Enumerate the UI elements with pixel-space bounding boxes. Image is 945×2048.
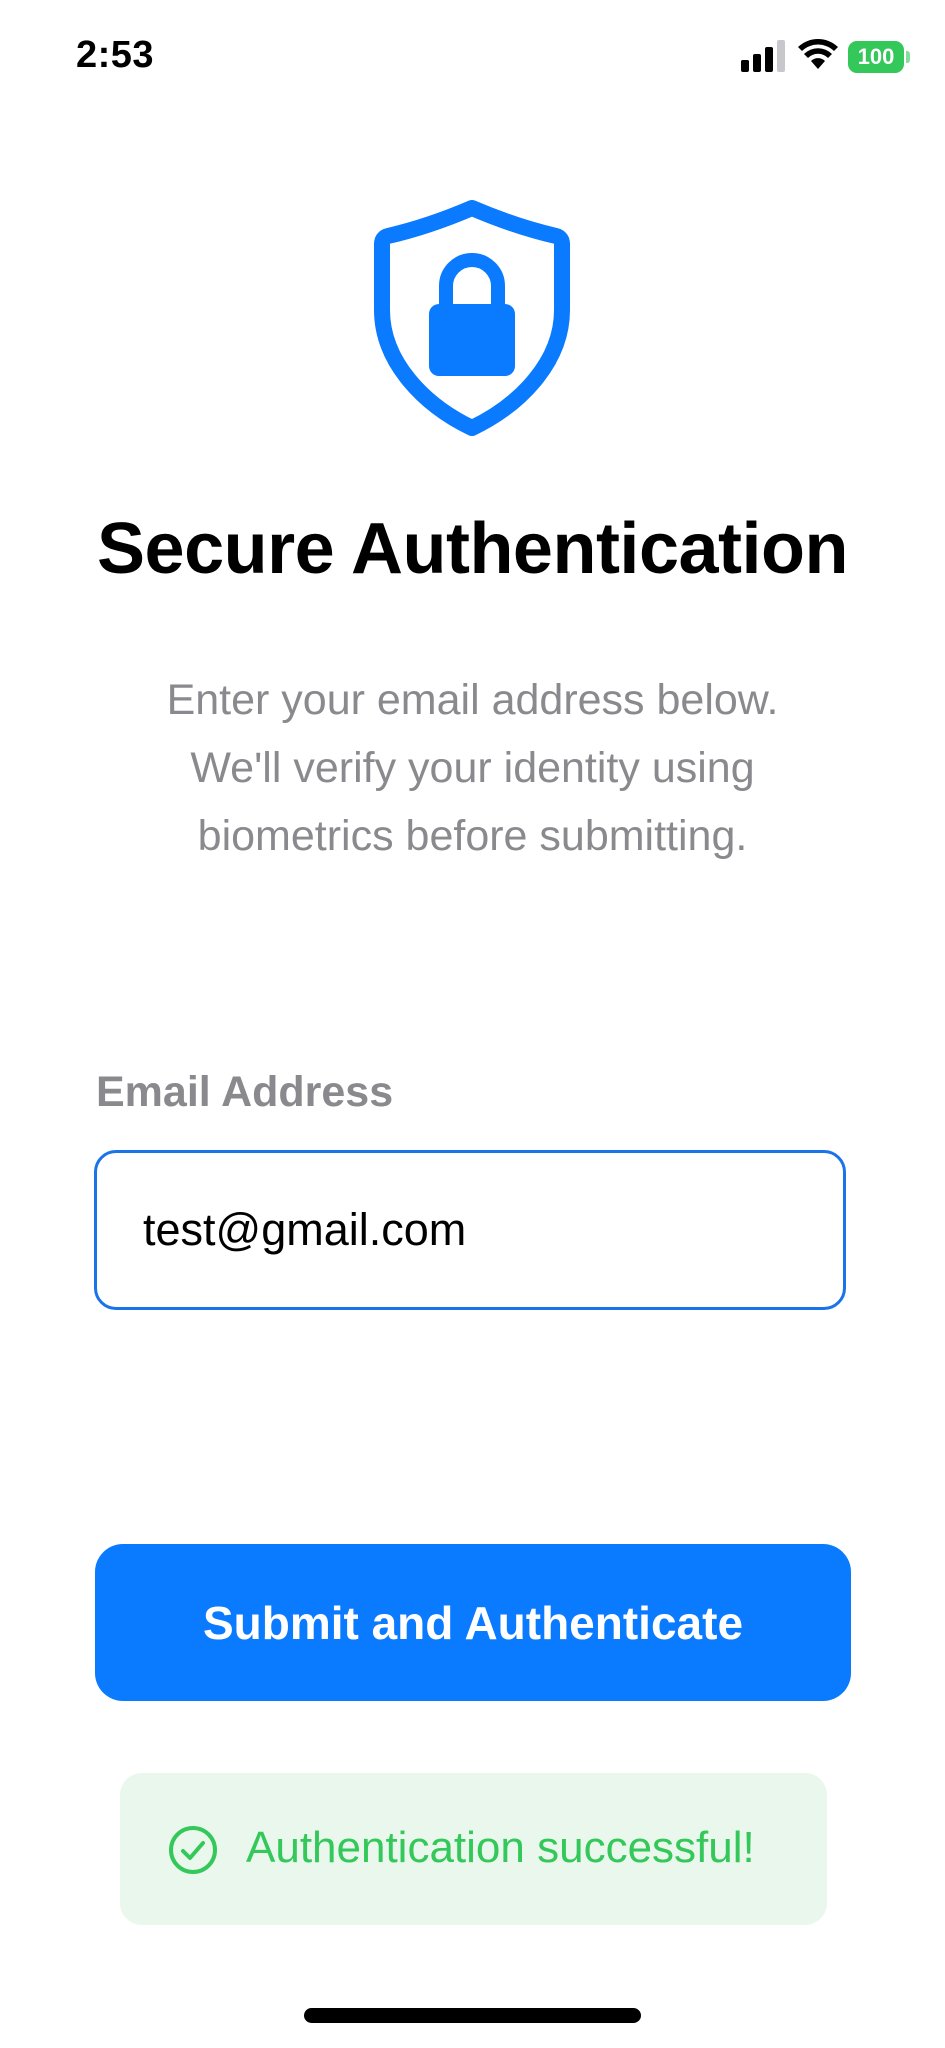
- success-banner: Authentication successful!: [120, 1773, 827, 1925]
- signal-icon: [741, 40, 785, 72]
- submit-authenticate-button[interactable]: Submit and Authenticate: [95, 1544, 851, 1701]
- page-title: Secure Authentication: [97, 509, 848, 589]
- status-bar: 2:53 100: [0, 0, 945, 110]
- check-circle-icon: [169, 1826, 217, 1874]
- battery-level: 100: [848, 41, 904, 73]
- email-field[interactable]: [94, 1150, 846, 1310]
- status-time: 2:53: [76, 34, 155, 76]
- email-label: Email Address: [96, 1068, 394, 1116]
- subtitle-line: biometrics before submitting.: [197, 812, 748, 860]
- home-indicator[interactable]: [304, 2008, 641, 2023]
- shield-lock-icon: [374, 200, 570, 436]
- wifi-icon: [798, 39, 838, 69]
- battery-icon: 100: [848, 41, 910, 73]
- success-message: Authentication successful!: [246, 1823, 755, 1872]
- page-subtitle: Enter your email address below. We'll ve…: [100, 666, 845, 870]
- battery-tip: [906, 51, 910, 63]
- subtitle-line: We'll verify your identity using: [190, 744, 755, 792]
- subtitle-line: Enter your email address below.: [166, 676, 779, 724]
